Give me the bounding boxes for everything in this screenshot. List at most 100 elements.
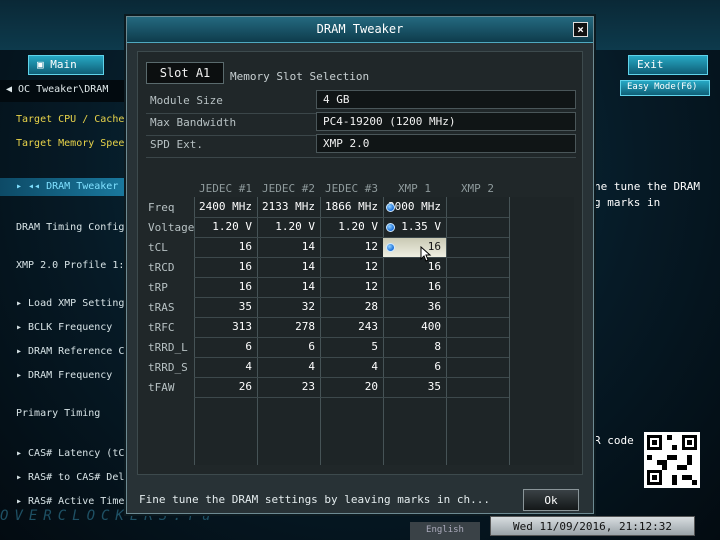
table-cell: 243 xyxy=(320,318,383,338)
divider xyxy=(146,157,576,158)
menu-item[interactable]: Target CPU / Cache xyxy=(0,114,130,128)
column-header-jedec1: JEDEC #1 xyxy=(199,182,252,195)
mouse-cursor-icon xyxy=(420,245,432,266)
table-cell xyxy=(446,198,509,218)
table-cell xyxy=(446,378,509,398)
table-cell: 14 xyxy=(257,238,320,258)
menu-item[interactable]: ▸ DRAM Reference Cloc xyxy=(0,346,130,360)
table-cell: 1.20 V xyxy=(257,218,320,238)
table-cell: 2133 MHz xyxy=(257,198,320,218)
table-cell xyxy=(446,358,509,378)
table-cell: 35 xyxy=(194,298,257,318)
table-cell: 16 xyxy=(194,278,257,298)
table-cell: 12 xyxy=(320,238,383,258)
dialog-title: DRAM Tweaker xyxy=(127,17,593,43)
table-cell: 6 xyxy=(257,338,320,358)
table-cell[interactable]: 36 xyxy=(383,298,446,318)
menu-item[interactable]: ▸ RAS# to CAS# Delay xyxy=(0,472,130,486)
menu-item[interactable]: Primary Timing xyxy=(0,408,130,422)
row-label: Freq xyxy=(148,201,175,214)
row-label: tRCD xyxy=(148,261,175,274)
datetime-display: Wed 11/09/2016, 21:12:32 xyxy=(490,516,695,536)
table-cell: 16 xyxy=(194,258,257,278)
table-cell: 313 xyxy=(194,318,257,338)
mark-radio-icon[interactable] xyxy=(386,223,395,232)
column-header-jedec3: JEDEC #3 xyxy=(325,182,378,195)
table-cell: 4 xyxy=(257,358,320,378)
max-bandwidth-label: Max Bandwidth xyxy=(150,116,237,129)
slot-selection-label: Memory Slot Selection xyxy=(230,70,370,83)
mark-radio-icon[interactable] xyxy=(386,243,395,252)
table-cell xyxy=(446,238,509,258)
row-label: tRP xyxy=(148,281,168,294)
close-icon[interactable]: × xyxy=(573,22,588,37)
help-text-line1: ne tune the DRAM xyxy=(594,180,700,193)
ok-button[interactable]: Ok xyxy=(523,489,579,511)
max-bandwidth-value: PC4-19200 (1200 MHz) xyxy=(316,112,576,131)
grid-line xyxy=(509,197,510,465)
table-cell: 32 xyxy=(257,298,320,318)
table-cell[interactable]: 400 xyxy=(383,318,446,338)
qr-code-icon xyxy=(644,432,700,488)
table-cell: 1.20 V xyxy=(320,218,383,238)
slot-select-button[interactable]: Slot A1 xyxy=(146,62,224,84)
row-label: tRRD_L xyxy=(148,341,188,354)
menu-item[interactable]: DRAM Timing Configu xyxy=(0,222,130,236)
table-cell xyxy=(446,318,509,338)
menu-item[interactable]: XMP 2.0 Profile 1: 16 xyxy=(0,260,130,274)
table-cell: 12 xyxy=(320,278,383,298)
row-label: tRAS xyxy=(148,301,175,314)
table-cell: 278 xyxy=(257,318,320,338)
table-cell xyxy=(446,218,509,238)
table-cell: 16 xyxy=(194,238,257,258)
menu-item[interactable]: Target Memory Speed xyxy=(0,138,130,152)
column-header-jedec2: JEDEC #2 xyxy=(262,182,315,195)
table-cell[interactable]: 35 xyxy=(383,378,446,398)
qr-code-label: R code xyxy=(594,434,634,447)
table-cell: 14 xyxy=(257,258,320,278)
row-label: tRRD_S xyxy=(148,361,188,374)
table-cell xyxy=(446,298,509,318)
tab-main[interactable]: ▣ Main xyxy=(28,55,104,75)
table-cell xyxy=(446,278,509,298)
table-cell: 2400 MHz xyxy=(194,198,257,218)
menu-item[interactable]: ▸ CAS# Latency (tCL) xyxy=(0,448,130,462)
table-cell: 26 xyxy=(194,378,257,398)
column-header-xmp2: XMP 2 xyxy=(460,182,495,195)
column-header-xmp1: XMP 1 xyxy=(397,182,432,195)
row-label: tCL xyxy=(148,241,168,254)
table-cell: 1866 MHz xyxy=(320,198,383,218)
mark-radio-icon[interactable] xyxy=(386,203,395,212)
table-cell[interactable]: 6 xyxy=(383,358,446,378)
table-cell[interactable]: 16 xyxy=(383,258,446,278)
table-cell[interactable]: 8 xyxy=(383,338,446,358)
menu-item[interactable]: ▸ Load XMP Setting xyxy=(0,298,130,312)
table-cell: 23 xyxy=(257,378,320,398)
row-label: Voltage xyxy=(148,221,195,234)
spd-ext-value: XMP 2.0 xyxy=(316,134,576,153)
menu-item[interactable]: ▸ DRAM Frequency xyxy=(0,370,130,384)
table-cell: 20 xyxy=(320,378,383,398)
menu-item[interactable]: ▸ ◂◂ DRAM Tweaker xyxy=(0,178,130,196)
menu-item[interactable]: ▸ BCLK Frequency xyxy=(0,322,130,336)
easy-mode-button[interactable]: Easy Mode(F6) xyxy=(620,80,710,96)
table-cell: 4 xyxy=(194,358,257,378)
module-size-value: 4 GB xyxy=(316,90,576,109)
help-text-line2: g marks in xyxy=(594,196,661,209)
table-cell[interactable]: 16 xyxy=(383,278,446,298)
table-cell: 5 xyxy=(320,338,383,358)
table-cell: 28 xyxy=(320,298,383,318)
row-label: tFAW xyxy=(148,381,175,394)
dram-tweaker-dialog: DRAM Tweaker × Slot A1 Memory Slot Selec… xyxy=(126,16,594,514)
table-cell: 12 xyxy=(320,258,383,278)
module-size-label: Module Size xyxy=(150,94,223,107)
table-cell: 6 xyxy=(194,338,257,358)
dialog-panel: Slot A1 Memory Slot Selection Module Siz… xyxy=(137,51,583,475)
table-cell xyxy=(446,258,509,278)
breadcrumb: ◀ OC Tweaker\DRAM xyxy=(0,80,130,102)
table-cell: 14 xyxy=(257,278,320,298)
row-label: tRFC xyxy=(148,321,175,334)
language-button[interactable]: English xyxy=(410,522,480,540)
tab-exit[interactable]: Exit xyxy=(628,55,708,75)
table-cell: 4 xyxy=(320,358,383,378)
